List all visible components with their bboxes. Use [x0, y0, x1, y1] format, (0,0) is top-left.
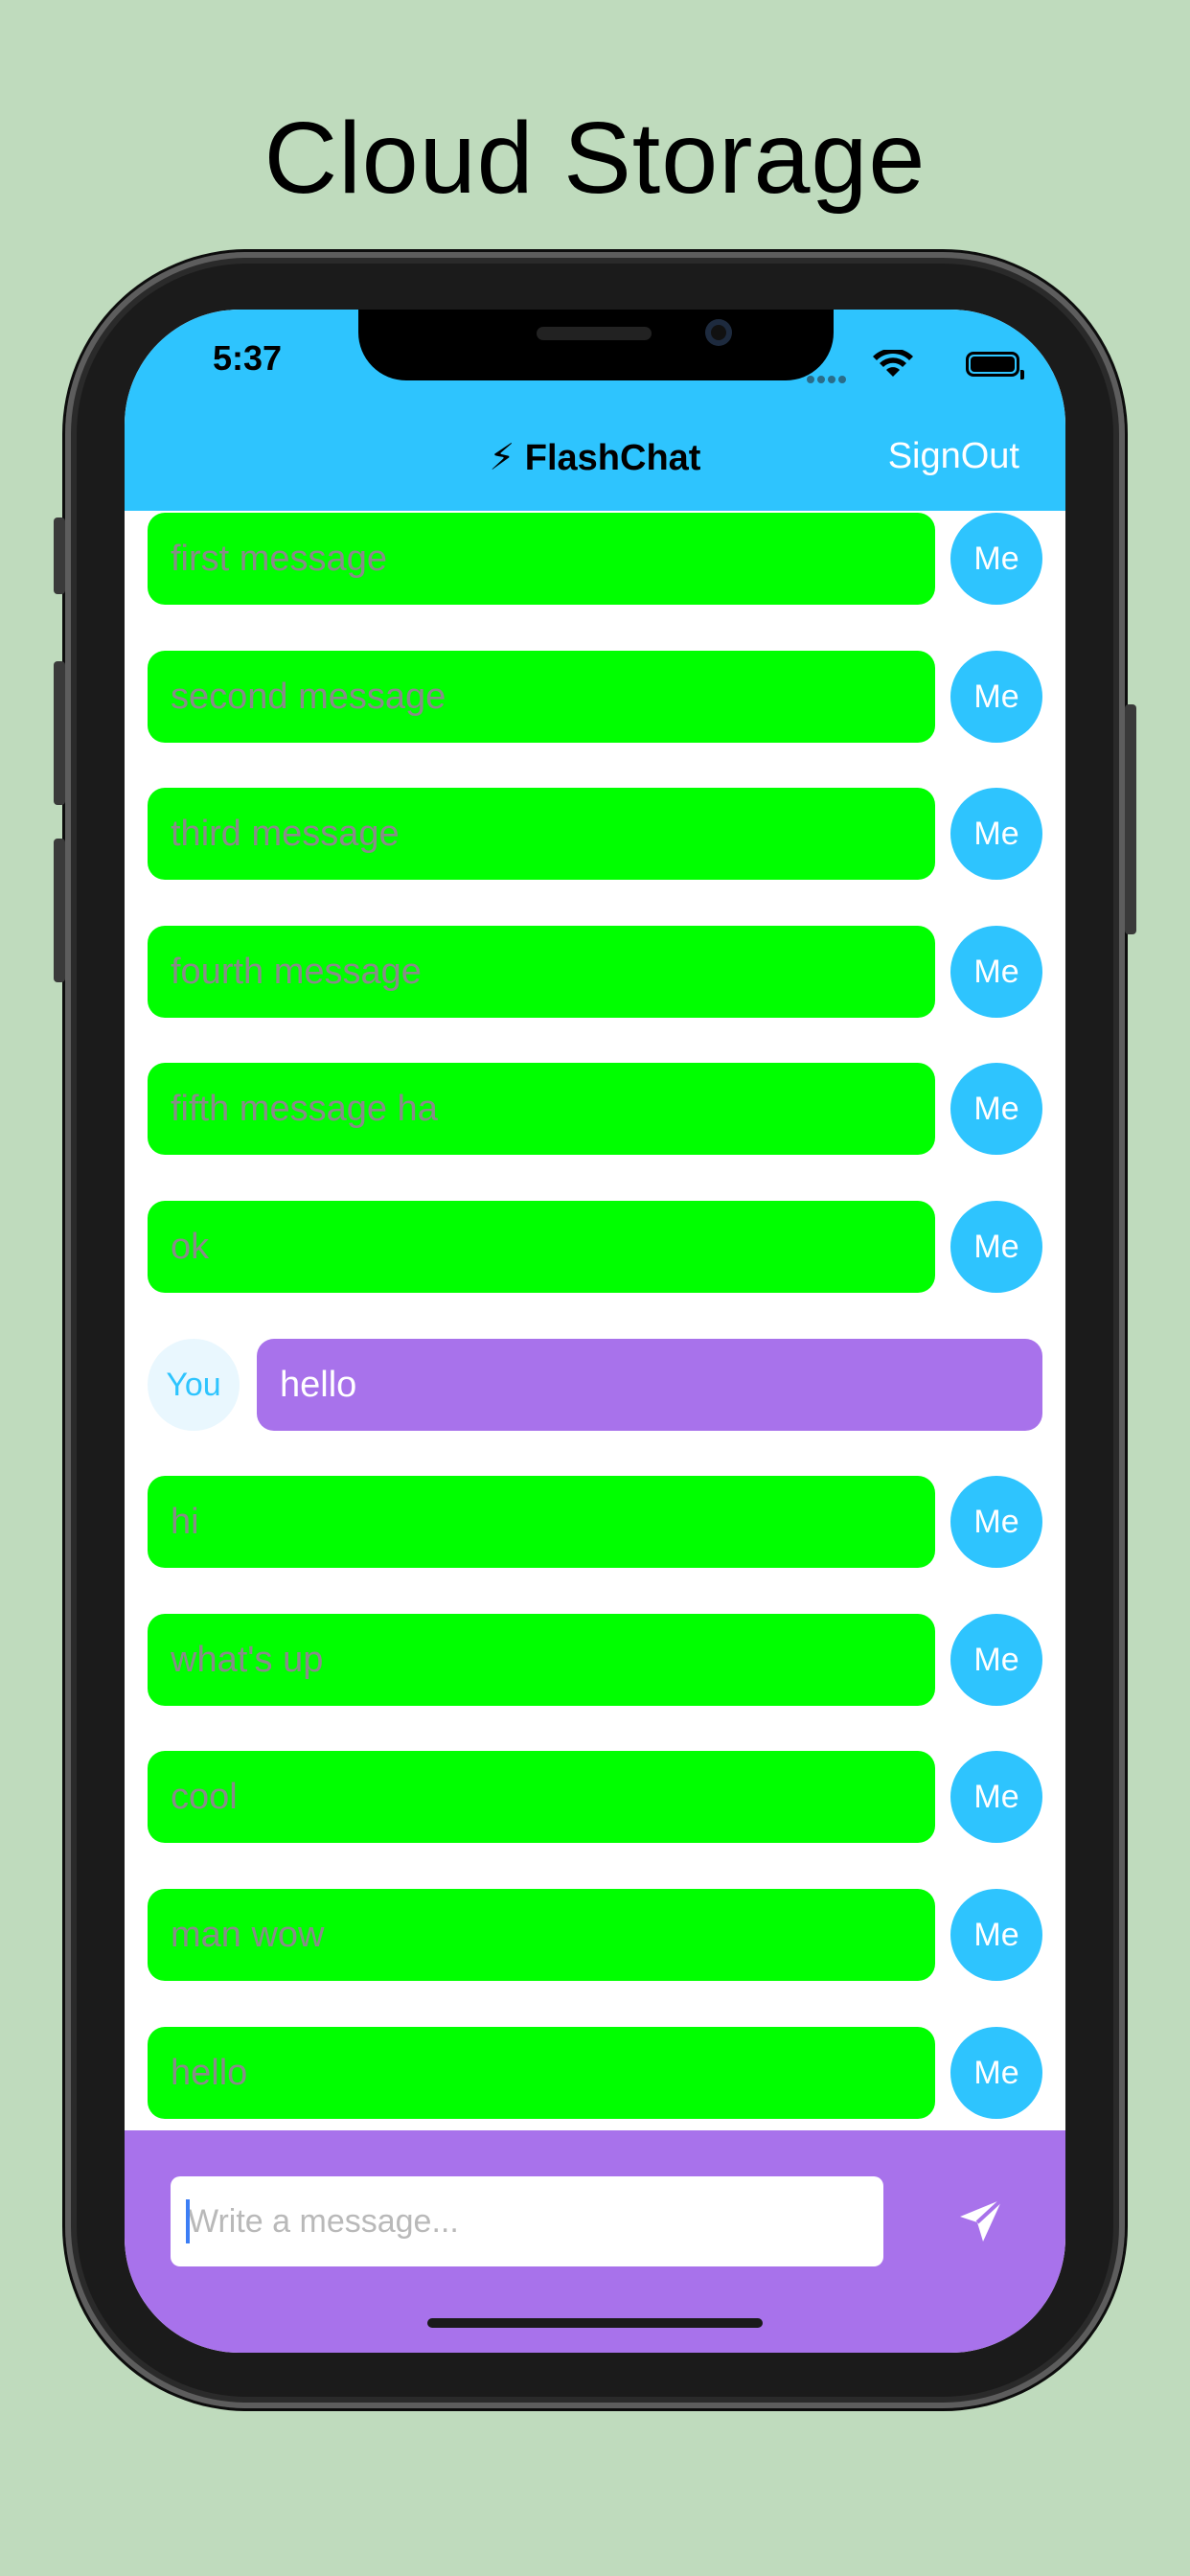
navigation-bar: 5:37 ⚡ FlashChat SignOut [125, 310, 1065, 511]
home-indicator [427, 2318, 763, 2328]
message-list[interactable]: first message Me second message Me third mes… [125, 511, 1065, 2130]
phone-screen: 5:37 ⚡ FlashChat SignOut first message Me… [125, 310, 1065, 2353]
volume-down-button [54, 839, 65, 982]
message-row: second message Me [148, 651, 1042, 743]
message-row: hello You [148, 1339, 1042, 1431]
speaker-grille [537, 327, 652, 340]
sent-message-bubble: hello [148, 2027, 935, 2119]
my-avatar: Me [950, 788, 1042, 880]
notch [358, 310, 834, 380]
message-row: fourth message Me [148, 926, 1042, 1018]
message-row: fifth message ha Me [148, 1063, 1042, 1155]
page-heading: Cloud Storage [263, 102, 927, 215]
message-row: what's up Me [148, 1614, 1042, 1706]
message-input[interactable] [171, 2176, 883, 2266]
my-avatar: Me [950, 2027, 1042, 2119]
send-button[interactable] [954, 2194, 1008, 2247]
message-row: first message Me [148, 513, 1042, 605]
my-avatar: Me [950, 1751, 1042, 1843]
sent-message-bubble: fourth message [148, 926, 935, 1018]
sent-message-bubble: cool [148, 1751, 935, 1843]
status-time: 5:37 [213, 338, 283, 378]
mute-switch [54, 518, 65, 594]
message-row: hi Me [148, 1476, 1042, 1568]
my-avatar: Me [950, 513, 1042, 605]
signout-button[interactable]: SignOut [888, 436, 1019, 477]
power-button [1125, 704, 1136, 934]
message-row: cool Me [148, 1751, 1042, 1843]
sent-message-bubble: ok [148, 1201, 935, 1293]
message-row: third message Me [148, 788, 1042, 880]
my-avatar: Me [950, 926, 1042, 1018]
sent-message-bubble: fifth message ha [148, 1063, 935, 1155]
my-avatar: Me [950, 651, 1042, 743]
text-cursor [186, 2199, 190, 2243]
sent-message-bubble: first message [148, 513, 935, 605]
status-icons [790, 344, 1024, 383]
my-avatar: Me [950, 1476, 1042, 1568]
front-camera [705, 319, 732, 346]
cellular-signal-icon [807, 371, 849, 383]
message-row: ok Me [148, 1201, 1042, 1293]
sent-message-bubble: what's up [148, 1614, 935, 1706]
received-message-bubble: hello [257, 1339, 1042, 1431]
paper-plane-icon [960, 2197, 1004, 2242]
message-row: man wow Me [148, 1889, 1042, 1981]
sent-message-bubble: second message [148, 651, 935, 743]
message-row: hello Me [148, 2027, 1042, 2119]
my-avatar: Me [950, 1063, 1042, 1155]
sent-message-bubble: man wow [148, 1889, 935, 1981]
message-composer [125, 2130, 1065, 2353]
my-avatar: Me [950, 1889, 1042, 1981]
volume-up-button [54, 661, 65, 805]
my-avatar: Me [950, 1614, 1042, 1706]
sender-avatar: You [148, 1339, 240, 1431]
my-avatar: Me [950, 1201, 1042, 1293]
wifi-icon [873, 350, 913, 377]
sent-message-bubble: hi [148, 1476, 935, 1568]
sent-message-bubble: third message [148, 788, 935, 880]
battery-icon [966, 352, 1024, 380]
